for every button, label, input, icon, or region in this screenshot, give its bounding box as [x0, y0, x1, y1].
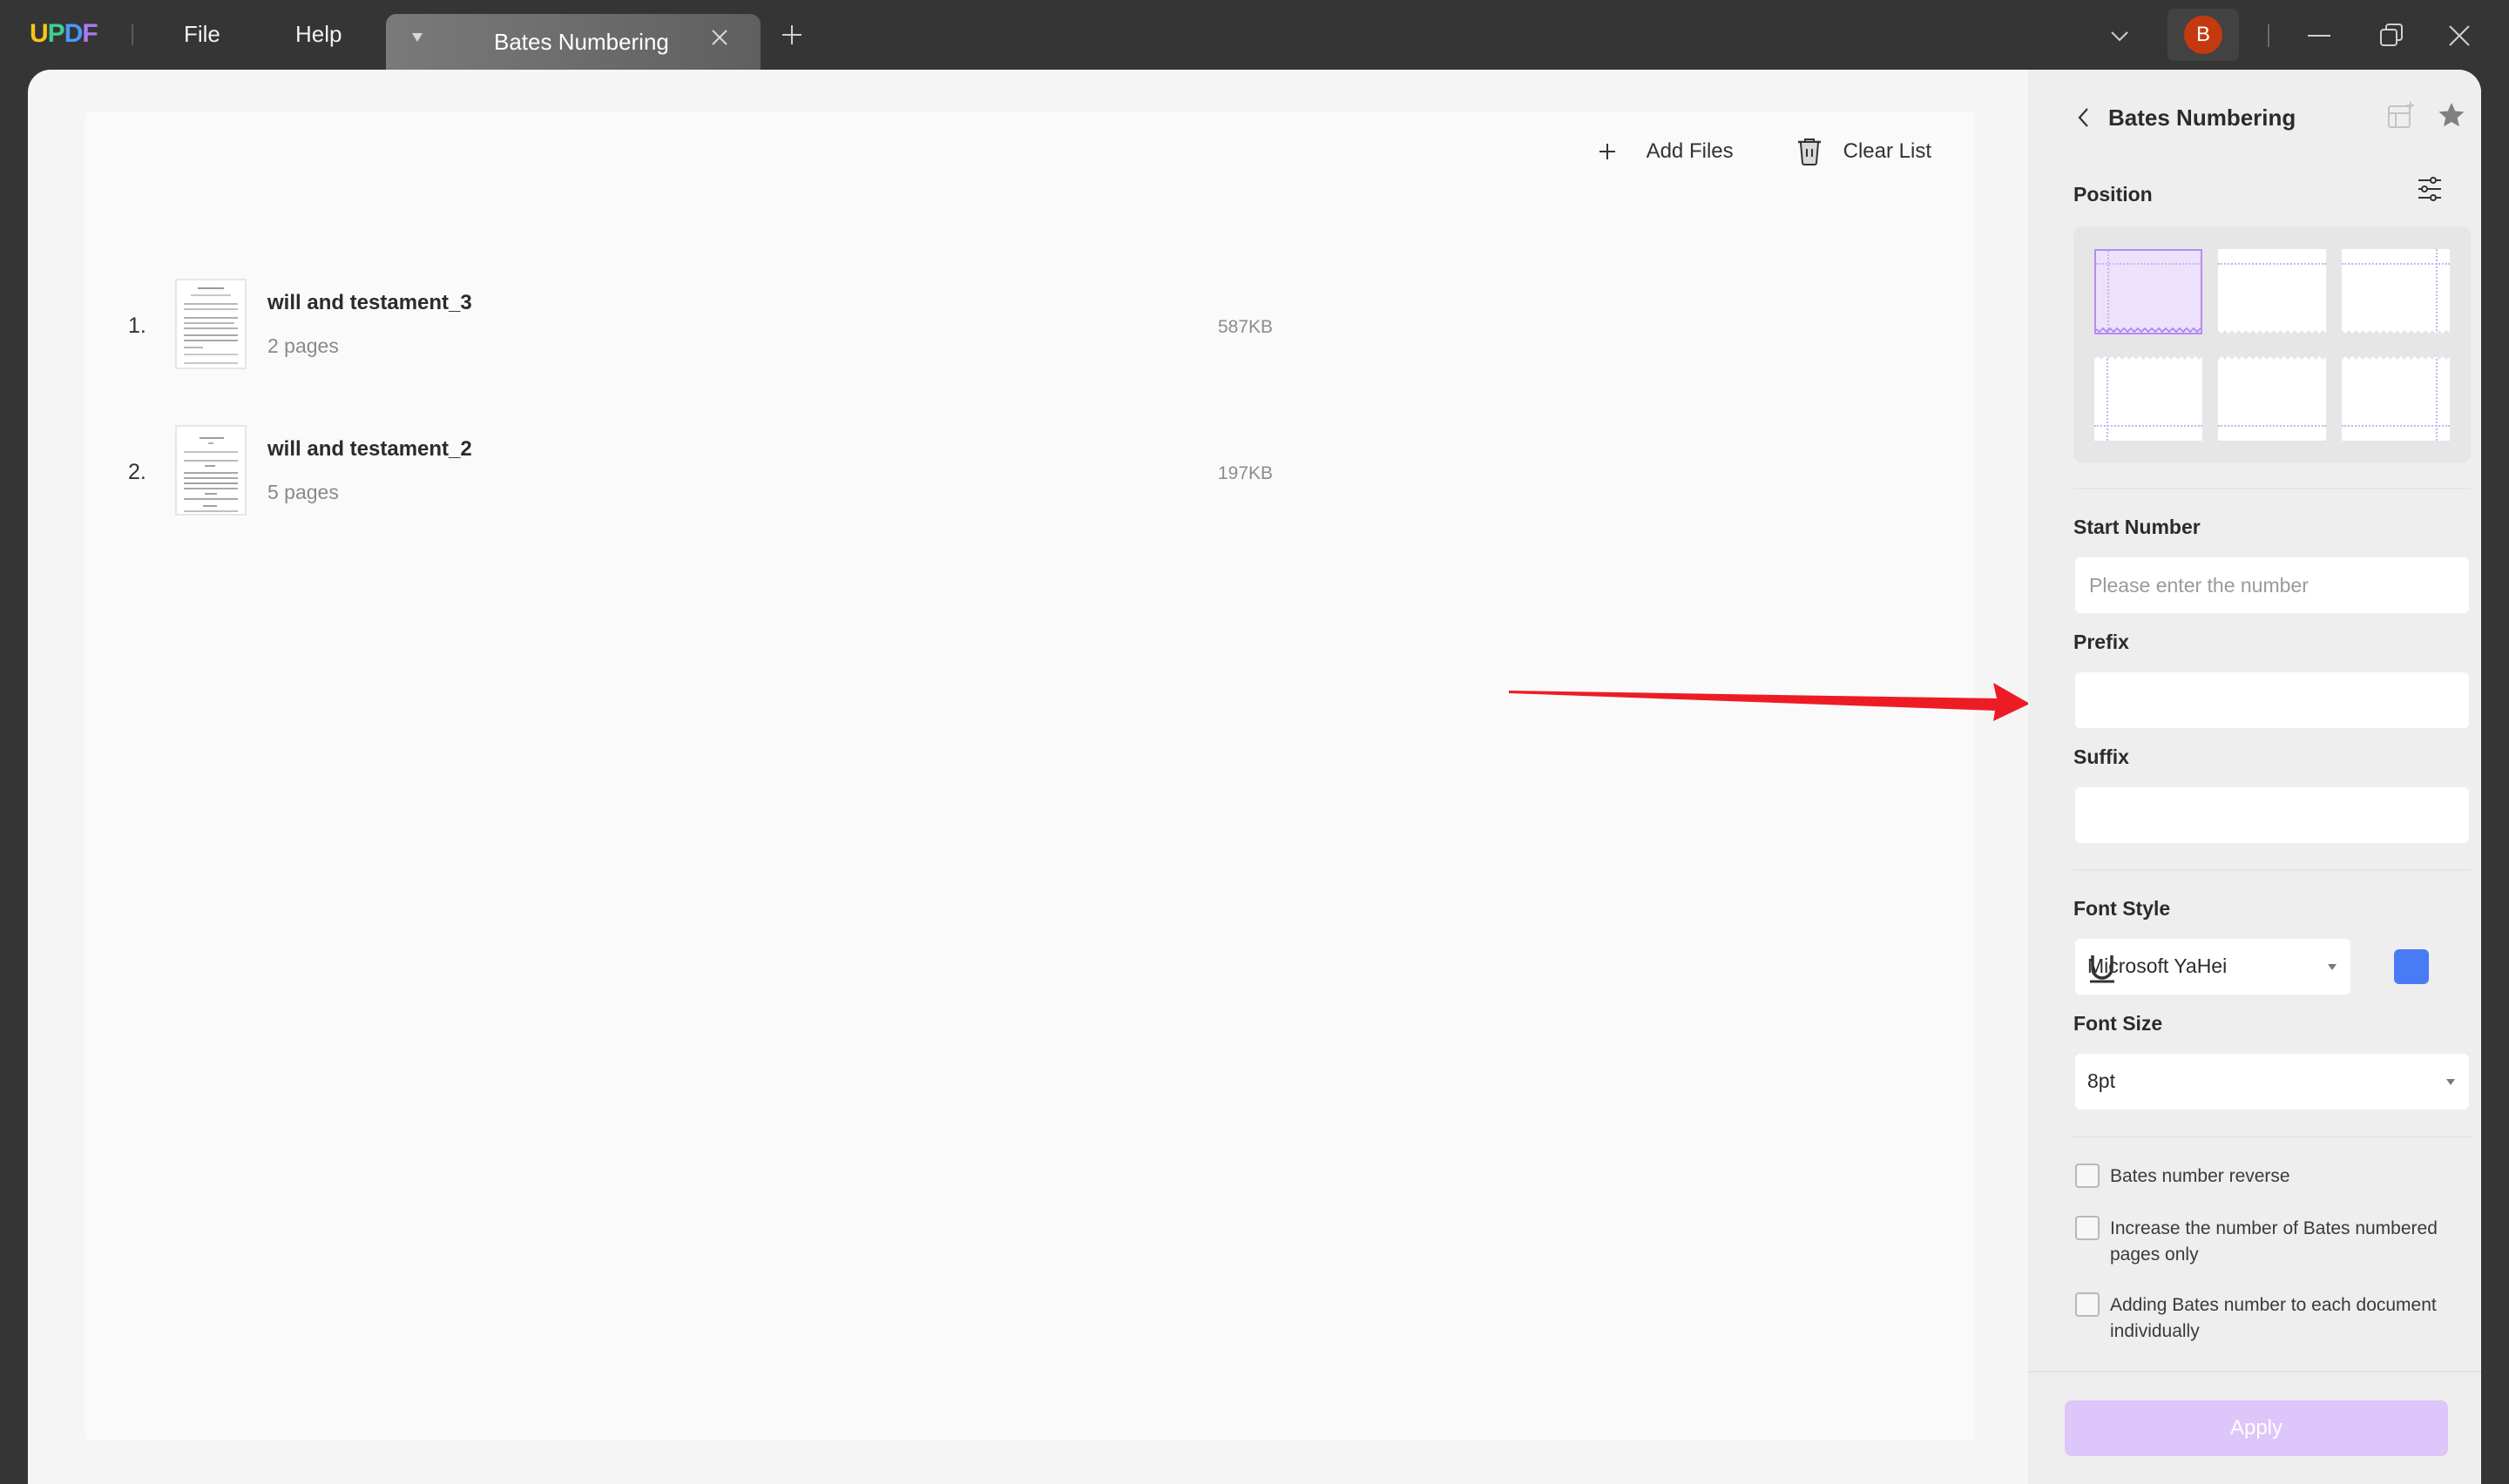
checkbox-each-document[interactable]: Adding Bates number to each document ind…: [2075, 1292, 2458, 1345]
menu-file[interactable]: File: [184, 21, 220, 48]
checkbox-numbered-pages-only[interactable]: Increase the number of Bates numbered pa…: [2075, 1216, 2458, 1268]
position-bottom-left[interactable]: [2094, 355, 2202, 441]
main-window: Add Files Clear List 1. will and testame…: [28, 70, 2481, 1484]
section-divider: [2073, 869, 2471, 871]
file-name: will and testament_2: [267, 437, 472, 461]
file-index: 2.: [128, 460, 146, 484]
star-icon[interactable]: [2438, 101, 2465, 129]
suffix-label: Suffix: [2073, 745, 2129, 768]
close-icon[interactable]: [708, 24, 731, 51]
panel-header: Bates Numbering: [2028, 96, 2481, 139]
file-list-item[interactable]: 1. will and testament_3 2 pages 587KB: [85, 279, 1975, 374]
menu-help[interactable]: Help: [295, 21, 342, 48]
file-thumbnail: [175, 425, 247, 516]
logo-letter: U: [30, 19, 49, 48]
close-window-icon[interactable]: [2445, 21, 2474, 51]
add-layout-icon[interactable]: [2387, 101, 2415, 129]
logo-letter: F: [82, 19, 98, 48]
font-size-label: Font Size: [2073, 1012, 2163, 1035]
updf-logo: UPDF: [30, 19, 98, 49]
file-index: 1.: [128, 314, 146, 338]
add-files-button[interactable]: Add Files: [1594, 138, 1734, 165]
position-grid: [2073, 226, 2471, 463]
section-divider: [2073, 488, 2471, 489]
start-number-label: Start Number: [2073, 516, 2201, 538]
font-style-label: Font Style: [2073, 897, 2171, 920]
avatar[interactable]: B: [2184, 16, 2222, 54]
plus-icon[interactable]: [781, 19, 803, 51]
underline-icon[interactable]: [2089, 953, 2115, 984]
account-button[interactable]: B: [2167, 9, 2239, 61]
chevron-down-icon[interactable]: [2110, 26, 2129, 45]
position-bottom-right[interactable]: [2342, 355, 2450, 441]
panel-title: Bates Numbering: [2108, 105, 2296, 131]
checkbox-bates-reverse[interactable]: Bates number reverse: [2075, 1164, 2458, 1190]
title-separator: [132, 24, 133, 45]
logo-letter: P: [47, 19, 65, 48]
bates-settings-panel: Bates Numbering Position Start Number Pl…: [2028, 70, 2481, 1484]
caret-down-icon: [2328, 964, 2337, 970]
logo-letter: D: [64, 19, 84, 48]
minimize-icon[interactable]: [2304, 21, 2334, 51]
file-name: will and testament_3: [267, 291, 472, 314]
file-list-item[interactable]: 2. will and testament_2 5 pages 197KB: [85, 425, 1975, 521]
suffix-input[interactable]: [2075, 787, 2469, 843]
checkbox[interactable]: [2075, 1292, 2100, 1317]
section-divider: [2073, 1136, 2471, 1137]
plus-icon: [1594, 138, 1620, 165]
red-arrow-annotation: [1509, 683, 2030, 721]
file-page-count: 2 pages: [267, 334, 339, 357]
font-color-swatch[interactable]: [2394, 949, 2429, 984]
clear-list-label: Clear List: [1843, 139, 1931, 163]
file-size: 587KB: [1218, 317, 1274, 337]
start-number-input[interactable]: [2075, 557, 2469, 613]
trash-icon: [1796, 138, 1823, 165]
checkbox-label: Increase the number of Bates numbered pa…: [2110, 1218, 2438, 1265]
file-page-count: 5 pages: [267, 481, 339, 503]
position-bottom-center[interactable]: [2218, 355, 2326, 441]
clear-list-button[interactable]: Clear List: [1796, 138, 1931, 165]
title-separator: [2268, 24, 2269, 47]
apply-button[interactable]: Apply: [2065, 1400, 2448, 1456]
caret-down-icon: [2446, 1079, 2455, 1085]
checkbox[interactable]: [2075, 1216, 2100, 1240]
tab-title: Bates Numbering: [494, 29, 669, 55]
file-list-area: Add Files Clear List 1. will and testame…: [85, 111, 1975, 1440]
font-family-select[interactable]: Microsoft YaHei: [2075, 939, 2350, 995]
tab-bates-numbering[interactable]: Bates Numbering: [386, 14, 761, 70]
file-size: 197KB: [1218, 463, 1274, 483]
checkbox[interactable]: [2075, 1164, 2100, 1188]
restore-icon[interactable]: [2377, 21, 2406, 51]
position-top-center[interactable]: [2218, 249, 2326, 334]
settings-sliders-icon[interactable]: [2417, 176, 2443, 202]
checkbox-label: Adding Bates number to each document ind…: [2110, 1295, 2437, 1341]
position-top-left[interactable]: [2094, 249, 2202, 334]
position-label: Position: [2073, 183, 2153, 206]
position-top-right[interactable]: [2342, 249, 2450, 334]
prefix-label: Prefix: [2073, 631, 2129, 653]
add-files-label: Add Files: [1646, 139, 1734, 163]
font-size-value: 8pt: [2087, 1069, 2115, 1092]
file-actions: Add Files Clear List: [1594, 134, 1931, 169]
prefix-input[interactable]: [2075, 672, 2469, 728]
back-chevron-icon[interactable]: [2075, 105, 2093, 131]
file-thumbnail: [175, 279, 247, 369]
title-bar: UPDF File Help Bates Numbering B: [0, 0, 2509, 70]
checkbox-label: Bates number reverse: [2110, 1166, 2290, 1186]
font-size-select[interactable]: 8pt: [2075, 1054, 2469, 1110]
caret-down-icon[interactable]: [412, 33, 423, 42]
footer-divider: [2028, 1371, 2481, 1373]
